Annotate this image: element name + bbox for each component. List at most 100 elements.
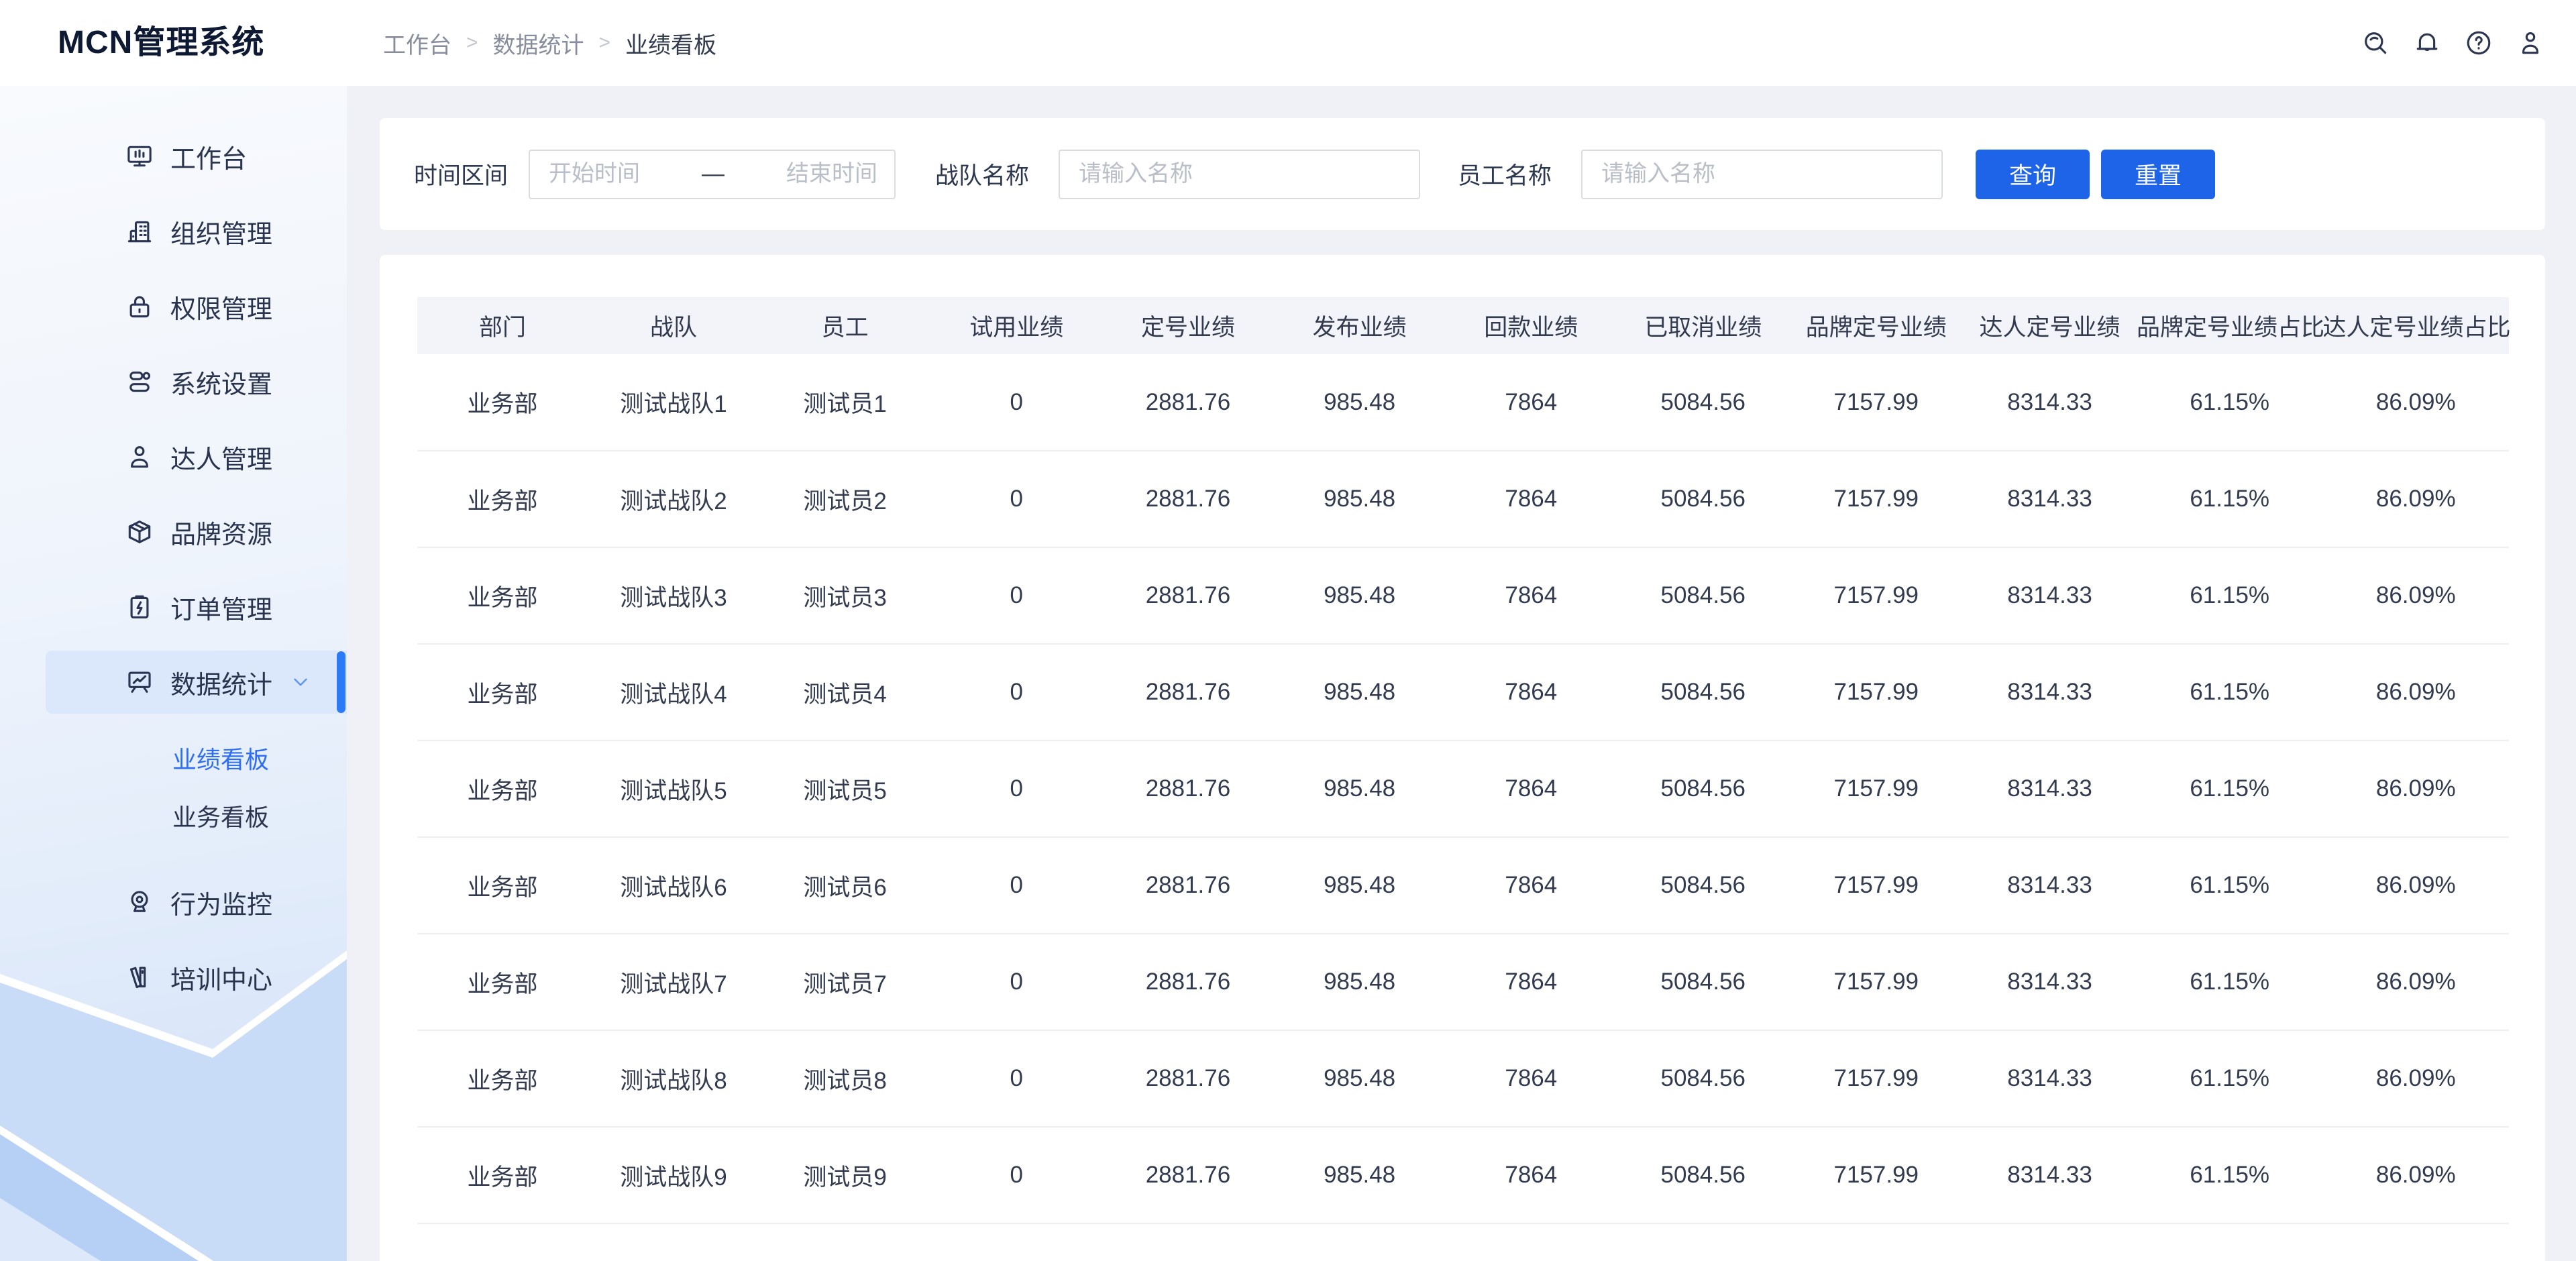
clipboard-icon — [125, 592, 154, 622]
table-cell: 0 — [930, 1030, 1102, 1127]
table-cell: 0 — [930, 741, 1102, 837]
column-header: 品牌定号业绩占比 — [2137, 297, 2323, 354]
chart-board-icon — [125, 667, 154, 697]
sidebar-item-label: 培训中心 — [170, 959, 272, 996]
table-cell: 8314.33 — [1963, 354, 2137, 451]
breadcrumb-item[interactable]: 业绩看板 — [625, 27, 716, 60]
books-icon — [125, 963, 154, 992]
end-date-input[interactable] — [729, 151, 894, 198]
table-cell: 985.48 — [1274, 837, 1446, 934]
table-cell: 测试战队8 — [588, 1030, 759, 1127]
team-name-input[interactable] — [1059, 150, 1420, 199]
table-cell: 7157.99 — [1789, 1127, 1963, 1223]
sidebar-menu: 工作台组织管理权限管理系统设置达人管理品牌资源订单管理数据统计业绩看板业务看板行… — [0, 86, 347, 1015]
employee-name-input[interactable] — [1581, 150, 1943, 199]
table-cell: 2881.76 — [1102, 547, 1274, 644]
breadcrumb: 工作台 > 数据统计 > 业绩看板 — [383, 0, 716, 86]
sidebar-item-brand-resource[interactable]: 品牌资源 — [0, 494, 347, 569]
column-header: 部门 — [417, 297, 588, 354]
reset-button[interactable]: 重置 — [2101, 150, 2215, 199]
sidebar-item-label: 权限管理 — [170, 288, 272, 325]
sidebar-item-behavior-monitor[interactable]: 行为监控 — [0, 865, 347, 940]
table-cell: 测试战队4 — [588, 644, 759, 741]
date-range-picker[interactable]: — — [529, 150, 896, 199]
monitor-icon — [125, 142, 154, 171]
table-cell: 8314.33 — [1963, 1030, 2137, 1127]
table-cell: 7864 — [1445, 547, 1617, 644]
table-cell: 8314.33 — [1963, 1127, 2137, 1223]
sidebar-item-workbench[interactable]: 工作台 — [0, 119, 347, 194]
table-cell: 7157.99 — [1789, 644, 1963, 741]
table-cell: 86.09% — [2322, 1223, 2509, 1261]
sidebar-item-label: 达人管理 — [170, 439, 272, 476]
notification-bell-icon[interactable] — [2412, 28, 2442, 58]
table-cell: 61.15% — [2137, 1223, 2323, 1261]
table-cell: 7864 — [1445, 741, 1617, 837]
sidebar-item-talent[interactable]: 达人管理 — [0, 419, 347, 494]
table-cell: 7157.99 — [1789, 934, 1963, 1030]
start-date-input[interactable] — [530, 151, 698, 198]
table-cell: 985.48 — [1274, 354, 1446, 451]
table-cell: 61.15% — [2137, 837, 2323, 934]
table-cell: 测试战队7 — [588, 934, 759, 1030]
table-cell: 5084.56 — [1617, 547, 1789, 644]
table-cell: 5084.56 — [1617, 644, 1789, 741]
table-cell: 985.48 — [1274, 1030, 1446, 1127]
table-cell: 0 — [930, 1223, 1102, 1261]
header-icon-group — [2361, 0, 2545, 86]
team-name-label: 战队名称 — [935, 157, 1029, 191]
search-button[interactable]: 查询 — [1976, 150, 2090, 199]
table-cell: 985.48 — [1274, 644, 1446, 741]
column-header: 品牌定号业绩 — [1789, 297, 1963, 354]
table-cell: 7864 — [1445, 451, 1617, 547]
sidebar-item-order[interactable]: 订单管理 — [0, 569, 347, 645]
sidebar-item-organization[interactable]: 组织管理 — [0, 194, 347, 269]
search-icon[interactable] — [2361, 28, 2390, 58]
filter-bar: 时间区间 — 战队名称 员工名称 查询 重置 — [380, 118, 2545, 230]
table-cell: 测试员2 — [759, 451, 931, 547]
table-cell: 7864 — [1445, 1127, 1617, 1223]
table-cell: 61.15% — [2137, 934, 2323, 1030]
sidebar-item-permission[interactable]: 权限管理 — [0, 269, 347, 344]
sidebar-item-training-center[interactable]: 培训中心 — [0, 940, 347, 1015]
user-icon[interactable] — [2516, 28, 2545, 58]
table-cell: 2881.76 — [1102, 934, 1274, 1030]
table-cell: 5084.56 — [1617, 354, 1789, 451]
sidebar-item-system-settings[interactable]: 系统设置 — [0, 344, 347, 419]
column-header: 达人定号业绩占比 — [2322, 297, 2509, 354]
table-cell: 2881.76 — [1102, 837, 1274, 934]
breadcrumb-item[interactable]: 工作台 — [383, 27, 451, 60]
table-cell: 测试员1 — [759, 354, 931, 451]
table-cell: 测试战队10 — [588, 1223, 759, 1261]
table-row: 业务部测试战队2测试员202881.76985.4878645084.56715… — [417, 451, 2509, 547]
column-header: 战队 — [588, 297, 759, 354]
table-cell: 985.48 — [1274, 741, 1446, 837]
performance-table: 部门战队员工试用业绩定号业绩发布业绩回款业绩已取消业绩品牌定号业绩达人定号业绩品… — [417, 297, 2509, 1261]
sidebar-subitem-business-board[interactable]: 业务看板 — [0, 787, 347, 844]
range-separator: — — [698, 161, 729, 187]
table-row: 业务部测试战队6测试员602881.76985.4878645084.56715… — [417, 837, 2509, 934]
table-cell: 0 — [930, 1127, 1102, 1223]
table-cell: 2881.76 — [1102, 741, 1274, 837]
table-cell: 86.09% — [2322, 644, 2509, 741]
top-header: MCN管理系统 工作台>数据统计>业绩看板 — [0, 0, 2576, 86]
table-row: 业务部测试战队9测试员902881.76985.4878645084.56715… — [417, 1127, 2509, 1223]
breadcrumb-item[interactable]: 数据统计 — [493, 27, 584, 60]
sidebar-subitem-performance-board[interactable]: 业绩看板 — [0, 729, 347, 787]
breadcrumb-separator: > — [599, 32, 611, 54]
table-cell: 86.09% — [2322, 354, 2509, 451]
sidebar-item-data-statistics[interactable]: 数据统计 — [0, 645, 347, 720]
column-header: 试用业绩 — [930, 297, 1102, 354]
table-cell: 86.09% — [2322, 934, 2509, 1030]
table-cell: 业务部 — [417, 1127, 588, 1223]
help-icon[interactable] — [2464, 28, 2493, 58]
table-cell: 61.15% — [2137, 644, 2323, 741]
table-row: 业务部测试战队7测试员702881.76985.4878645084.56715… — [417, 934, 2509, 1030]
table-cell: 测试员8 — [759, 1030, 931, 1127]
sidebar-item-label: 组织管理 — [170, 213, 272, 250]
table-cell: 61.15% — [2137, 1030, 2323, 1127]
table-cell: 业务部 — [417, 837, 588, 934]
breadcrumb-separator: > — [466, 32, 478, 54]
table-cell: 985.48 — [1274, 1127, 1446, 1223]
sidebar-item-label: 品牌资源 — [170, 514, 272, 551]
